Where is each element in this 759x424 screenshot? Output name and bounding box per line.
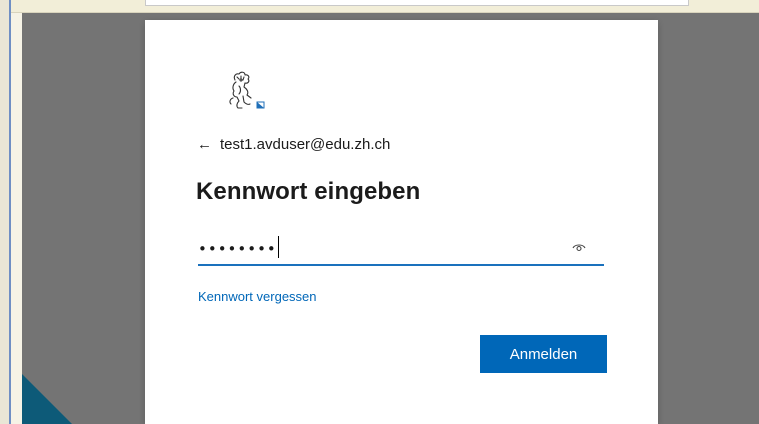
background-accent-shape [22, 374, 72, 424]
zurich-lion-logo-icon [229, 71, 265, 109]
forgot-password-link[interactable]: Kennwort vergessen [198, 289, 317, 304]
browser-top-bar [11, 0, 759, 13]
password-input[interactable] [198, 230, 568, 260]
screen: ← test1.avduser@edu.zh.ch Kennwort einge… [0, 0, 759, 424]
address-bar-edge[interactable] [145, 0, 689, 6]
back-arrow-icon[interactable]: ← [197, 137, 212, 152]
page-title: Kennwort eingeben [196, 178, 421, 205]
sign-in-card: ← test1.avduser@edu.zh.ch Kennwort einge… [145, 20, 658, 424]
password-field[interactable]: •••••••• [198, 230, 604, 266]
account-row: ← test1.avduser@edu.zh.ch [197, 136, 390, 153]
account-email: test1.avduser@edu.zh.ch [220, 136, 391, 153]
sign-in-button[interactable]: Anmelden [480, 335, 607, 373]
eye-icon[interactable] [572, 241, 586, 253]
